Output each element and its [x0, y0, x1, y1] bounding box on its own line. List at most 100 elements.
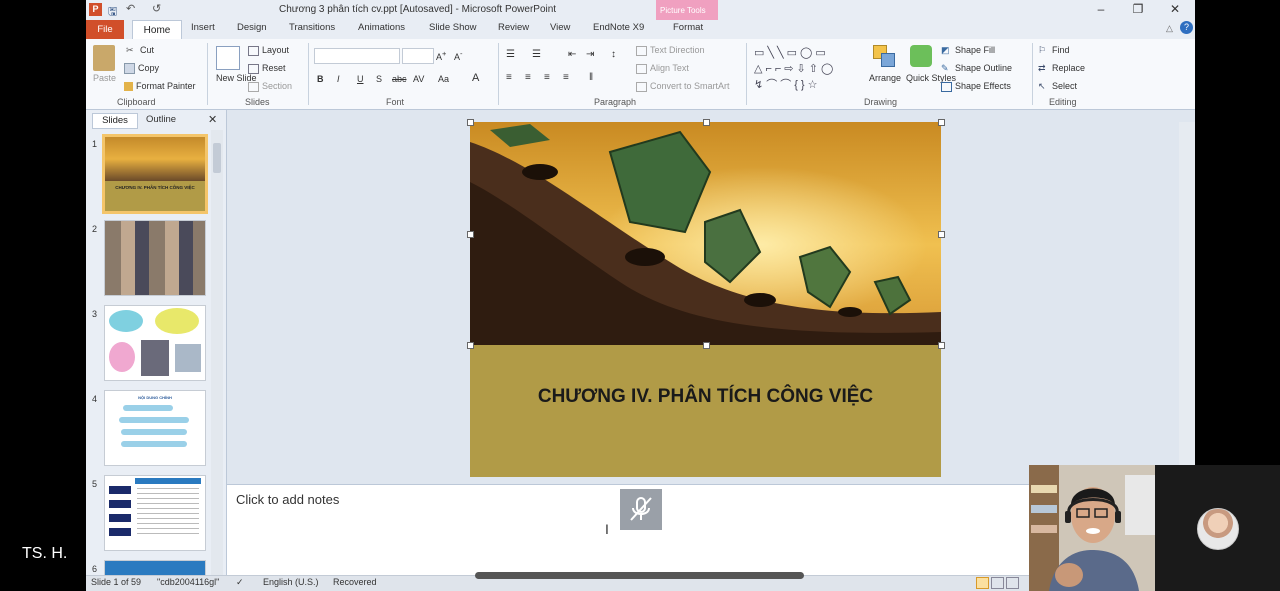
selection-handle[interactable]	[938, 231, 945, 238]
slide-thumbnail-6[interactable]	[104, 560, 206, 576]
select-button[interactable]: ↖ Select	[1038, 81, 1077, 92]
tab-insert[interactable]: Insert	[191, 22, 215, 33]
tab-view[interactable]: View	[550, 22, 570, 33]
thumb-bar	[123, 405, 173, 411]
tab-transitions[interactable]: Transitions	[289, 22, 335, 33]
convert-smartart-button[interactable]: Convert to SmartArt	[636, 81, 730, 92]
align-text-button[interactable]: Align Text	[636, 63, 689, 74]
grow-font-button[interactable]: A+	[436, 49, 446, 62]
tab-file[interactable]: File	[86, 20, 124, 39]
copy-icon	[124, 63, 135, 75]
shrink-font-button[interactable]: A-	[454, 49, 463, 62]
font-size-dropdown[interactable]	[402, 48, 434, 64]
tab-format[interactable]: Format	[673, 22, 703, 33]
new-slide-icon[interactable]	[216, 46, 240, 70]
bullets-icon[interactable]: ☰	[506, 49, 515, 60]
tab-outline[interactable]: Outline	[138, 113, 184, 127]
slide-title[interactable]: CHƯƠNG IV. PHÂN TÍCH CÔNG VIỆC	[470, 386, 941, 408]
call-right-panel	[1195, 0, 1280, 465]
shape-fill-button[interactable]: ◩ Shape Fill	[941, 45, 995, 56]
find-button[interactable]: ⚐ Find	[1038, 45, 1070, 56]
text-direction-button[interactable]: Text Direction	[636, 45, 705, 56]
normal-view-icon[interactable]	[976, 577, 989, 589]
underline-button[interactable]: U	[357, 74, 364, 84]
shape-outline-button[interactable]: ✎ Shape Outline	[941, 63, 1012, 74]
section-button[interactable]: Section	[248, 81, 292, 92]
slide-thumbnail-3[interactable]	[104, 305, 206, 381]
italic-button[interactable]: I	[337, 74, 340, 84]
restore-button[interactable]: ❐	[1123, 2, 1153, 18]
bold-button[interactable]: B	[317, 74, 324, 84]
font-color-button[interactable]: A	[472, 72, 479, 84]
align-right-icon[interactable]: ≡	[544, 72, 550, 83]
panel-scroll-thumb[interactable]	[213, 143, 221, 173]
slide-vertical-scrollbar[interactable]	[1179, 122, 1195, 467]
format-painter-button[interactable]: Format Painter	[124, 81, 196, 92]
numbering-icon[interactable]: ☰	[532, 49, 541, 60]
line-spacing-icon[interactable]: ↕	[611, 49, 616, 60]
increase-indent-icon[interactable]: ⇥	[586, 49, 594, 60]
panel-scrollbar[interactable]	[211, 130, 223, 575]
slide-thumbnail-2[interactable]	[104, 220, 206, 296]
align-center-icon[interactable]: ≡	[525, 72, 531, 83]
quick-styles-button[interactable]: Quick Styles	[906, 73, 956, 83]
tab-design[interactable]: Design	[237, 22, 267, 33]
selection-handle[interactable]	[467, 119, 474, 126]
tab-endnote[interactable]: EndNote X9	[593, 22, 644, 33]
strikethrough-button[interactable]: abc	[392, 74, 407, 84]
close-button[interactable]: ✕	[1160, 2, 1190, 18]
decrease-indent-icon[interactable]: ⇤	[568, 49, 576, 60]
align-left-icon[interactable]: ≡	[506, 72, 512, 83]
pen-icon: ✎	[941, 63, 949, 74]
selection-handle[interactable]	[703, 342, 710, 349]
notes-placeholder[interactable]: Click to add notes	[236, 492, 339, 507]
layout-button[interactable]: Layout	[248, 45, 289, 56]
thumb-photo	[105, 137, 205, 181]
screen-share-scrollbar[interactable]	[475, 572, 804, 579]
participant-avatar[interactable]	[1197, 508, 1239, 550]
paste-button[interactable]: Paste	[93, 73, 116, 83]
tab-slides[interactable]: Slides	[92, 113, 138, 129]
selection-handle[interactable]	[467, 342, 474, 349]
change-case-button[interactable]: Aa	[438, 74, 449, 84]
justify-icon[interactable]: ≡	[563, 72, 569, 83]
copy-button[interactable]: Copy	[124, 63, 159, 75]
reading-view-icon[interactable]	[1006, 577, 1019, 589]
ant-photo[interactable]	[470, 122, 941, 345]
font-name-dropdown[interactable]	[314, 48, 400, 64]
slide-number: 5	[92, 479, 98, 489]
redo-icon[interactable]: ↺	[152, 2, 161, 15]
language-indicator[interactable]: English (U.S.)	[263, 577, 319, 587]
quick-styles-icon[interactable]	[910, 45, 932, 67]
slide-thumbnail-4[interactable]: NỘI DUNG CHÍNH	[104, 390, 206, 466]
paste-icon[interactable]	[93, 45, 115, 71]
slide-thumbnail-5[interactable]	[104, 475, 206, 551]
tab-slide-show[interactable]: Slide Show	[429, 22, 477, 33]
cut-button[interactable]: ✂ Cut	[126, 45, 154, 56]
ribbon-minimize-icon[interactable]: △	[1166, 23, 1173, 34]
spellcheck-icon[interactable]: ✓	[236, 577, 244, 588]
selection-handle[interactable]	[703, 119, 710, 126]
undo-icon[interactable]: ↶	[126, 2, 135, 15]
arrange-button[interactable]: Arrange	[869, 73, 901, 83]
selection-handle[interactable]	[938, 119, 945, 126]
arrange-icon[interactable]	[873, 45, 895, 67]
slide-sorter-icon[interactable]	[991, 577, 1004, 589]
shadow-button[interactable]: S	[376, 74, 382, 84]
shape-effects-button[interactable]: Shape Effects	[941, 81, 1011, 92]
thumb-bubble	[155, 308, 199, 334]
columns-icon[interactable]: ‖	[589, 72, 593, 83]
help-icon[interactable]: ?	[1180, 21, 1193, 34]
tab-review[interactable]: Review	[498, 22, 529, 33]
slide-thumbnail-1[interactable]: CHƯƠNG IV. PHÂN TÍCH CÔNG VIỆC	[102, 134, 208, 214]
tab-animations[interactable]: Animations	[358, 22, 405, 33]
tab-home[interactable]: Home	[132, 20, 182, 40]
close-icon[interactable]: ✕	[208, 113, 217, 126]
selection-handle[interactable]	[467, 231, 474, 238]
minimize-button[interactable]: –	[1086, 2, 1116, 18]
selection-handle[interactable]	[938, 342, 945, 349]
shapes-gallery[interactable]: ▭╲╲▭◯▭ △⌐⌐⇨⇩⇧◯ ↯⌒⌒{}☆	[754, 45, 856, 93]
replace-button[interactable]: ⇄ Replace	[1038, 63, 1085, 74]
reset-button[interactable]: Reset	[248, 63, 286, 74]
character-spacing-button[interactable]: AV	[413, 74, 424, 84]
